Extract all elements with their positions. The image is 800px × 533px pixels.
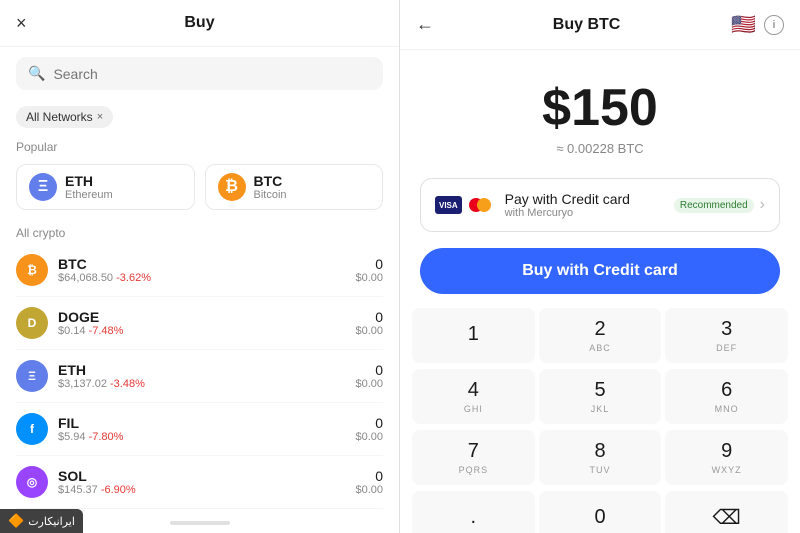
recommended-badge: Recommended xyxy=(674,198,754,213)
numpad-2[interactable]: 2 ABC xyxy=(539,308,662,363)
network-label: All Networks xyxy=(26,110,93,124)
network-filter: All Networks × xyxy=(0,100,399,134)
buy-button[interactable]: Buy with Credit card xyxy=(420,248,780,294)
payment-logos: VISA xyxy=(435,196,495,214)
search-bar[interactable]: 🔍 xyxy=(16,57,383,90)
crypto-equiv: ≈ 0.00228 BTC xyxy=(420,141,780,156)
left-header: × Buy xyxy=(0,0,399,47)
right-panel: ← Buy BTC 🇺🇸 i $150 ≈ 0.00228 BTC VISA P… xyxy=(400,0,800,533)
watermark: 🔶 ایرانیکارت xyxy=(0,509,83,533)
btc-list-icon: ₿ xyxy=(16,254,48,286)
btc-symbol: BTC xyxy=(254,173,287,189)
numpad-backspace[interactable]: ⌫ xyxy=(665,491,788,533)
right-header: ← Buy BTC 🇺🇸 i xyxy=(400,0,800,50)
popular-eth[interactable]: Ξ ETH Ethereum xyxy=(16,164,195,210)
back-button[interactable]: ← xyxy=(416,14,434,35)
mastercard-logo xyxy=(465,196,495,214)
doge-balance: 0 $0.00 xyxy=(355,309,383,337)
pay-subtitle: with Mercuryo xyxy=(505,207,674,219)
bottom-bar xyxy=(170,521,230,525)
close-button[interactable]: × xyxy=(16,13,27,34)
amount-display: $150 ≈ 0.00228 BTC xyxy=(400,50,800,162)
btc-fullname: Bitcoin xyxy=(254,189,287,201)
numpad: 1 2 ABC 3 DEF 4 GHI 5 JKL 6 MNO xyxy=(400,306,800,533)
numpad-dot[interactable]: . xyxy=(412,491,535,533)
left-panel: × Buy 🔍 All Networks × Popular Ξ ETH Eth… xyxy=(0,0,400,533)
eth-fullname: Ethereum xyxy=(65,189,113,201)
btc-list-info: BTC $64,068.50 -3.62% xyxy=(58,256,355,284)
numpad-8[interactable]: 8 TUV xyxy=(539,430,662,485)
network-remove-icon[interactable]: × xyxy=(97,111,103,123)
eth-symbol: ETH xyxy=(65,173,113,189)
fil-balance: 0 $0.00 xyxy=(355,415,383,443)
header-actions: 🇺🇸 i xyxy=(731,12,784,37)
popular-label: Popular xyxy=(0,134,399,158)
left-title: Buy xyxy=(184,14,214,32)
numpad-3[interactable]: 3 DEF xyxy=(665,308,788,363)
btc-icon: ₿ xyxy=(218,173,246,201)
all-crypto-label: All crypto xyxy=(0,220,399,244)
sol-list-info: SOL $145.37 -6.90% xyxy=(58,468,355,496)
numpad-9[interactable]: 9 WXYZ xyxy=(665,430,788,485)
doge-list-info: DOGE $0.14 -7.48% xyxy=(58,309,355,337)
info-button[interactable]: i xyxy=(764,15,784,35)
list-item[interactable]: f FIL $5.94 -7.80% 0 $0.00 xyxy=(16,403,383,456)
eth-info: ETH Ethereum xyxy=(65,173,113,201)
numpad-row-3: 7 PQRS 8 TUV 9 WXYZ xyxy=(410,428,790,487)
numpad-row-1: 1 2 ABC 3 DEF xyxy=(410,306,790,365)
pay-title: Pay with Credit card xyxy=(505,191,674,207)
fil-list-info: FIL $5.94 -7.80% xyxy=(58,415,355,443)
numpad-4[interactable]: 4 GHI xyxy=(412,369,535,424)
amount-value: $150 xyxy=(420,80,780,137)
search-input[interactable] xyxy=(53,66,371,82)
popular-grid: Ξ ETH Ethereum ₿ BTC Bitcoin xyxy=(0,158,399,220)
btc-info: BTC Bitcoin xyxy=(254,173,287,201)
popular-btc[interactable]: ₿ BTC Bitcoin xyxy=(205,164,384,210)
numpad-7[interactable]: 7 PQRS xyxy=(412,430,535,485)
chevron-right-icon: › xyxy=(760,196,765,214)
visa-logo: VISA xyxy=(435,196,462,214)
numpad-0[interactable]: 0 xyxy=(539,491,662,533)
eth-list-info: ETH $3,137.02 -3.48% xyxy=(58,362,355,390)
sol-balance: 0 $0.00 xyxy=(355,468,383,496)
list-item[interactable]: ◎ SOL $145.37 -6.90% 0 $0.00 xyxy=(16,456,383,509)
eth-balance: 0 $0.00 xyxy=(355,362,383,390)
crypto-list: ₿ BTC $64,068.50 -3.62% 0 $0.00 D DOGE $… xyxy=(0,244,399,513)
numpad-5[interactable]: 5 JKL xyxy=(539,369,662,424)
eth-list-icon: Ξ xyxy=(16,360,48,392)
sol-list-icon: ◎ xyxy=(16,466,48,498)
flag-icon[interactable]: 🇺🇸 xyxy=(731,12,756,37)
fil-list-icon: f xyxy=(16,413,48,445)
list-item[interactable]: Ξ ETH $3,137.02 -3.48% 0 $0.00 xyxy=(16,350,383,403)
eth-icon: Ξ xyxy=(29,173,57,201)
numpad-row-4: . 0 ⌫ xyxy=(410,489,790,533)
list-item[interactable]: ₿ BTC $64,068.50 -3.62% 0 $0.00 xyxy=(16,244,383,297)
doge-list-icon: D xyxy=(16,307,48,339)
payment-info: Pay with Credit card with Mercuryo xyxy=(505,191,674,219)
payment-option[interactable]: VISA Pay with Credit card with Mercuryo … xyxy=(420,178,780,232)
network-tag[interactable]: All Networks × xyxy=(16,106,113,128)
numpad-1[interactable]: 1 xyxy=(412,308,535,363)
btc-balance: 0 $0.00 xyxy=(355,256,383,284)
numpad-row-2: 4 GHI 5 JKL 6 MNO xyxy=(410,367,790,426)
list-item[interactable]: D DOGE $0.14 -7.48% 0 $0.00 xyxy=(16,297,383,350)
right-title: Buy BTC xyxy=(442,16,731,34)
search-icon: 🔍 xyxy=(28,65,45,82)
numpad-6[interactable]: 6 MNO xyxy=(665,369,788,424)
